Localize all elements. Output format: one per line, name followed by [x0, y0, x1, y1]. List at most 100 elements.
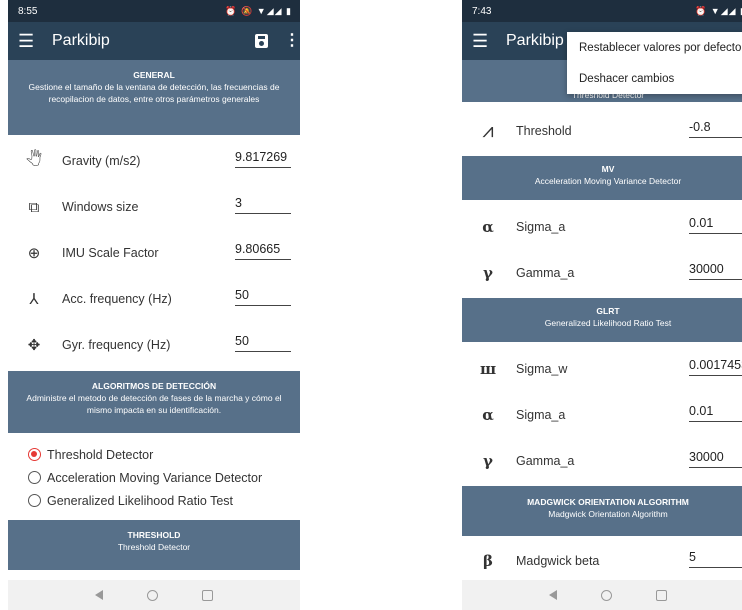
setting-row-sigma-a[interactable]: α Sigma_a 0.01	[462, 204, 742, 250]
setting-label: Gamma_a	[516, 454, 575, 468]
section-description: Acceleration Moving Variance Detector	[534, 176, 682, 187]
setting-label: Gravity (m/s2)	[62, 154, 141, 168]
section-description: Threshold Detector	[117, 542, 191, 553]
radio-label: Acceleration Moving Variance Detector	[47, 470, 263, 485]
radio-glrt[interactable]: Generalized Likelihood Ratio Test	[28, 489, 300, 512]
gamma-a-input[interactable]: 30000	[689, 262, 742, 280]
save-icon[interactable]	[255, 34, 268, 48]
radio-label: Threshold Detector	[47, 447, 154, 462]
more-options-icon[interactable]: ⋮	[284, 33, 300, 49]
sigma-a-input[interactable]: 0.01	[689, 404, 742, 422]
status-bar: 8:55 ⏰ 🔕 ▼◢◢ ▮	[8, 0, 300, 22]
section-description: Gestione el tamaño de la ventana de dete…	[28, 82, 280, 104]
setting-row-sigma-a[interactable]: α Sigma_a 0.01	[462, 392, 742, 438]
setting-row-sigma-w[interactable]: ш Sigma_w 0.0017453	[462, 346, 742, 392]
setting-label: IMU Scale Factor	[62, 246, 159, 260]
setting-label: Gyr. frequency (Hz)	[62, 338, 171, 352]
setting-row-acc-frequency[interactable]: ⅄ Acc. frequency (Hz) 50	[8, 276, 300, 322]
omega-icon: ш	[479, 360, 497, 378]
status-icons: ⏰ 🔕 ▼◢◢ ▮	[225, 5, 292, 16]
threshold-graph-icon: ⩘	[482, 119, 494, 142]
section-title: GENERAL	[133, 70, 175, 80]
sigma-w-input[interactable]: 0.0017453	[689, 358, 742, 376]
radio-threshold[interactable]: Threshold Detector	[28, 443, 300, 466]
section-title: MV	[601, 164, 615, 174]
app-title: Parkibip	[52, 32, 110, 49]
gamma-icon: γ	[483, 264, 493, 282]
section-description: Madgwick Orientation Algorithm	[548, 509, 668, 520]
setting-row-gamma-a[interactable]: γ Gamma_a 30000	[462, 250, 742, 296]
gravity-icon: 🖑	[25, 150, 43, 168]
system-nav-bar	[462, 580, 742, 610]
madgwick-beta-input[interactable]: 5	[689, 550, 742, 568]
back-icon[interactable]	[95, 590, 103, 600]
app-bar: ☰ Parkibip ⋮	[8, 22, 300, 60]
acc-frequency-input[interactable]: 50	[235, 288, 291, 306]
madgwick-section-header: MADGWICK ORIENTATION ALGORITHM Madgwick …	[462, 486, 742, 536]
status-time: 7:43	[472, 5, 492, 17]
gyroscope-icon: ✥	[27, 337, 41, 354]
setting-row-gravity[interactable]: 🖑 Gravity (m/s2) 9.817269	[8, 138, 300, 184]
glrt-section-header: GLRT Generalized Likelihood Ratio Test	[462, 298, 742, 342]
menu-item-undo-changes[interactable]: Deshacer cambios	[567, 63, 742, 94]
home-icon[interactable]	[601, 589, 612, 601]
gamma-a-input[interactable]: 30000	[689, 450, 742, 468]
setting-row-imu-scale[interactable]: ⊕ IMU Scale Factor 9.80665	[8, 230, 300, 276]
hamburger-menu-icon[interactable]: ☰	[18, 32, 40, 50]
setting-label: Sigma_a	[516, 408, 566, 422]
radio-label: Generalized Likelihood Ratio Test	[47, 493, 233, 508]
menu-item-reset-defaults[interactable]: Restablecer valores por defecto	[567, 32, 742, 63]
right-screen: 7:43 ⏰ ▼◢◢ ▮ ☰ Parkibip Restablecer valo…	[462, 0, 742, 610]
alpha-icon: α	[482, 406, 494, 424]
beta-icon: β	[483, 552, 493, 570]
general-section-header: GENERAL Gestione el tamaño de la ventana…	[8, 60, 300, 135]
algorithms-section-header: ALGORITMOS DE DETECCIÓN Administre el me…	[8, 371, 300, 433]
threshold-input[interactable]: -0.8	[689, 120, 742, 138]
section-title: MADGWICK ORIENTATION ALGORITHM	[527, 497, 689, 507]
hamburger-menu-icon[interactable]: ☰	[472, 32, 494, 50]
recent-apps-icon[interactable]	[656, 589, 667, 601]
system-nav-bar	[8, 580, 300, 610]
alpha-icon: α	[482, 218, 494, 236]
setting-row-madgwick-beta[interactable]: β Madgwick beta 5	[462, 538, 742, 584]
setting-row-gamma-a[interactable]: γ Gamma_a 30000	[462, 438, 742, 484]
axes-icon: ⅄	[29, 291, 39, 308]
setting-label: Sigma_w	[516, 362, 568, 376]
status-icons: ⏰ ▼◢◢ ▮	[695, 5, 742, 16]
window-icon: ⧉	[28, 198, 40, 216]
radio-unchecked-icon[interactable]	[28, 471, 41, 484]
home-icon[interactable]	[147, 589, 158, 601]
left-screen: 8:55 ⏰ 🔕 ▼◢◢ ▮ ☰ Parkibip ⋮ GENERAL Gest…	[8, 0, 300, 610]
radio-unchecked-icon[interactable]	[28, 494, 41, 507]
setting-label: Windows size	[62, 200, 139, 214]
overflow-menu: Restablecer valores por defecto Deshacer…	[567, 32, 742, 94]
imu-icon: ⊕	[27, 245, 41, 262]
recent-apps-icon[interactable]	[202, 589, 213, 601]
back-icon[interactable]	[549, 590, 557, 600]
mv-section-header: MV Acceleration Moving Variance Detector	[462, 156, 742, 200]
section-description: Generalized Likelihood Ratio Test	[544, 318, 672, 329]
threshold-section-header: THRESHOLD Threshold Detector	[8, 520, 300, 570]
app-title: Parkibip	[506, 32, 564, 49]
section-title: ALGORITMOS DE DETECCIÓN	[91, 381, 217, 391]
setting-row-threshold[interactable]: ⩘ Threshold -0.8	[462, 108, 742, 154]
section-title: GLRT	[596, 306, 620, 316]
imu-scale-input[interactable]: 9.80665	[235, 242, 291, 260]
setting-row-window-size[interactable]: ⧉ Windows size 3	[8, 184, 300, 230]
window-size-input[interactable]: 3	[235, 196, 291, 214]
section-title: THRESHOLD	[127, 530, 181, 540]
setting-label: Threshold	[516, 124, 572, 138]
radio-moving-variance[interactable]: Acceleration Moving Variance Detector	[28, 466, 300, 489]
setting-label: Acc. frequency (Hz)	[62, 292, 172, 306]
gamma-icon: γ	[483, 452, 493, 470]
setting-label: Gamma_a	[516, 266, 575, 280]
status-time: 8:55	[18, 5, 38, 17]
status-bar: 7:43 ⏰ ▼◢◢ ▮	[462, 0, 742, 22]
gravity-input[interactable]: 9.817269	[235, 150, 291, 168]
setting-label: Sigma_a	[516, 220, 566, 234]
radio-checked-icon[interactable]	[28, 448, 41, 461]
gyr-frequency-input[interactable]: 50	[235, 334, 291, 352]
setting-row-gyr-frequency[interactable]: ✥ Gyr. frequency (Hz) 50	[8, 322, 300, 368]
setting-label: Madgwick beta	[516, 554, 600, 568]
sigma-a-input[interactable]: 0.01	[689, 216, 742, 234]
